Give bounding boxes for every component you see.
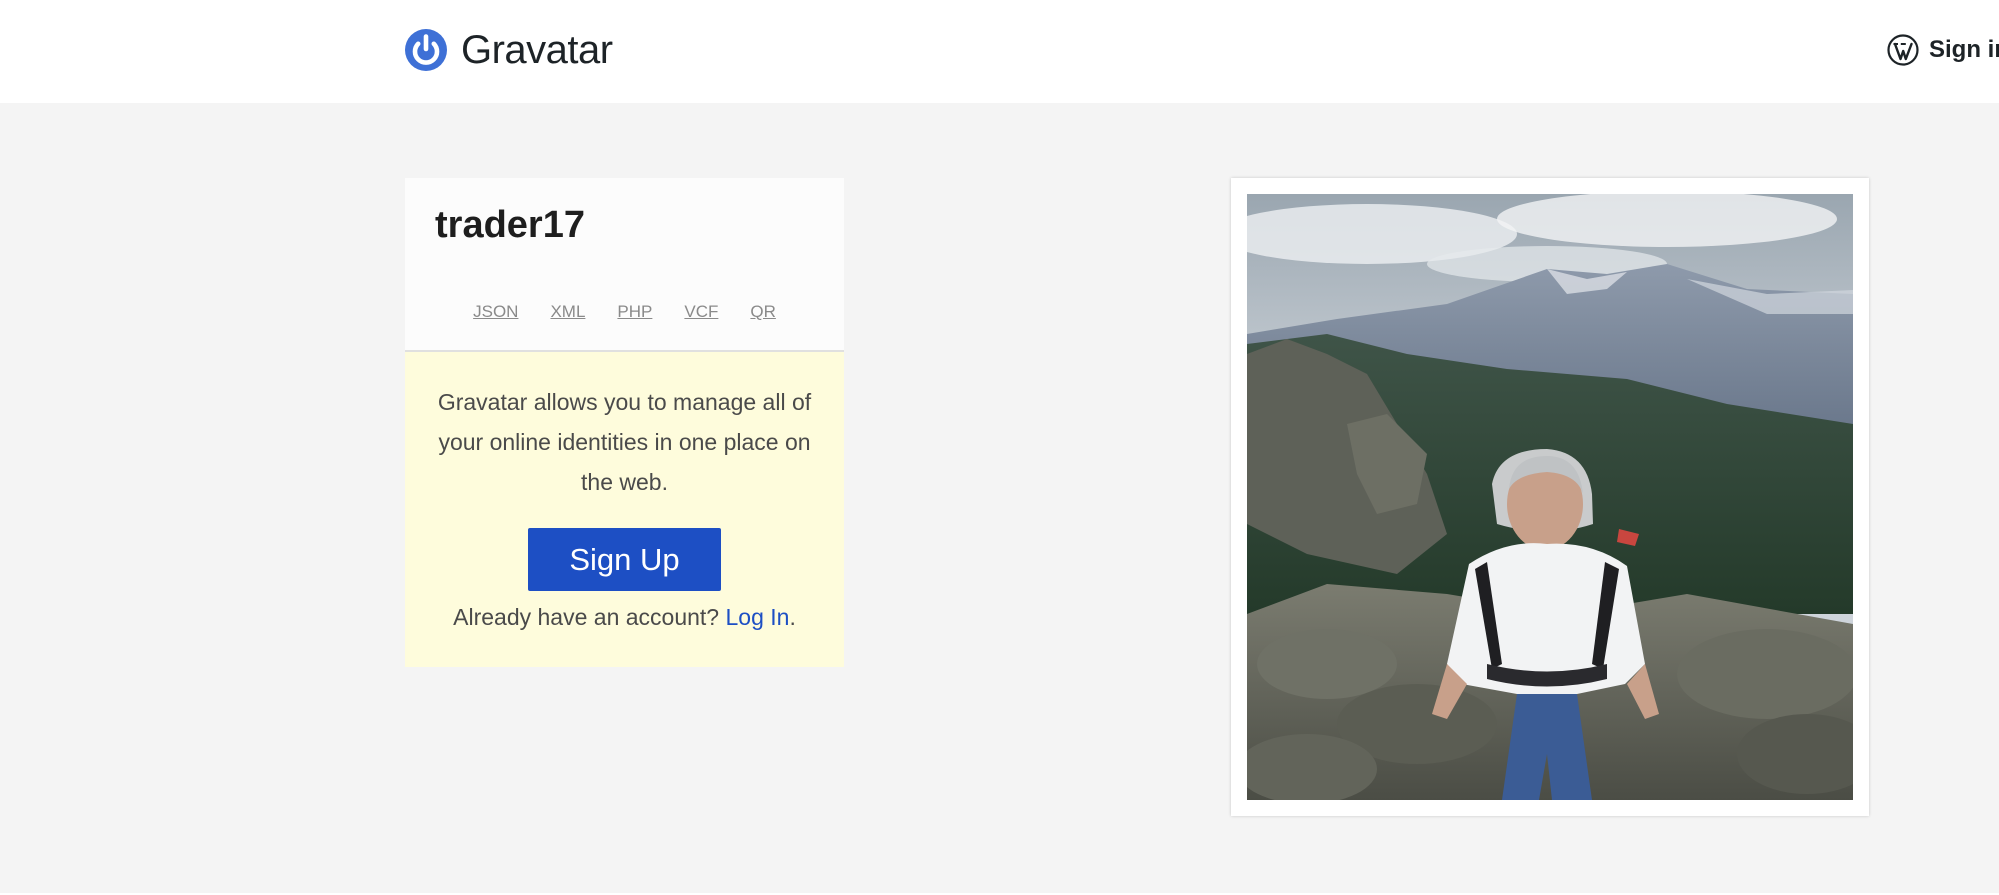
profile-card: trader17 JSON XML PHP VCF QR Gravatar al… [405, 178, 844, 667]
format-qr-link[interactable]: QR [750, 302, 776, 322]
gravatar-logo[interactable]: Gravatar [405, 27, 613, 73]
wordpress-icon [1887, 34, 1919, 66]
profile-formats: JSON XML PHP VCF QR [405, 302, 844, 322]
login-link[interactable]: Log In [726, 604, 790, 630]
brand-name: Gravatar [461, 27, 613, 72]
login-prompt-line: Already have an account? Log In. [405, 604, 844, 631]
login-prompt-text: Already have an account? [453, 604, 720, 630]
profile-photo-frame [1231, 178, 1869, 816]
signin-label: Sign in [1929, 36, 1999, 63]
signup-button[interactable]: Sign Up [528, 528, 721, 591]
gravatar-icon [405, 29, 447, 71]
username-heading: trader17 [435, 204, 585, 246]
profile-photo [1247, 194, 1853, 800]
format-vcf-link[interactable]: VCF [684, 302, 718, 322]
format-xml-link[interactable]: XML [550, 302, 585, 322]
signin-link[interactable]: Sign in [1887, 32, 1999, 68]
login-suffix: . [789, 604, 796, 630]
profile-header: trader17 JSON XML PHP VCF QR [405, 178, 844, 352]
format-php-link[interactable]: PHP [617, 302, 652, 322]
format-json-link[interactable]: JSON [473, 302, 518, 322]
signup-promo: Gravatar allows you to manage all of you… [405, 352, 844, 667]
profile-page: trader17 JSON XML PHP VCF QR Gravatar al… [0, 103, 1999, 893]
promo-text: Gravatar allows you to manage all of you… [437, 389, 812, 495]
top-bar: Gravatar Sign in [0, 0, 1999, 103]
